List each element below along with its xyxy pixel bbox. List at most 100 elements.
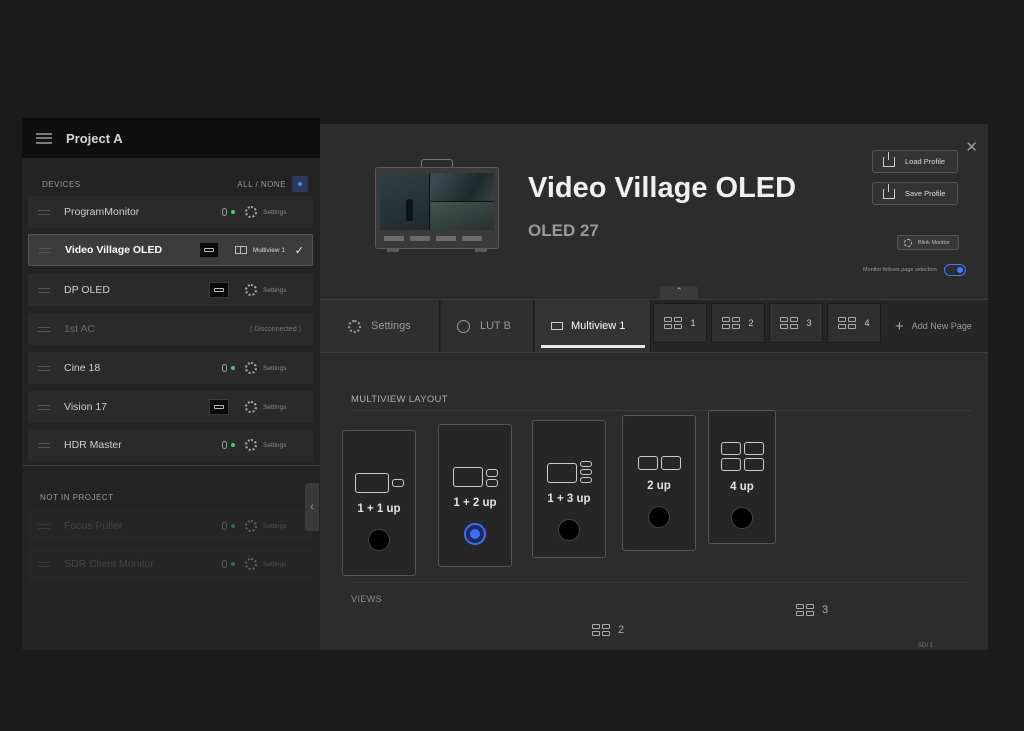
collapse-header-chevron-icon[interactable]: ⌃ bbox=[660, 286, 698, 299]
plus-icon: + bbox=[895, 317, 904, 335]
collapse-sidebar-chevron-icon[interactable]: ‹ bbox=[305, 483, 319, 531]
gear-icon[interactable] bbox=[245, 520, 257, 532]
layout-radio[interactable] bbox=[648, 506, 670, 528]
layout-option-1-plus-2[interactable]: 1 + 2 up bbox=[438, 424, 512, 567]
gear-icon[interactable] bbox=[245, 206, 257, 218]
layout-option-label: 1 + 1 up bbox=[357, 503, 401, 515]
drag-handle-icon[interactable] bbox=[38, 209, 50, 215]
monitor-image bbox=[375, 159, 499, 255]
multiview-icon bbox=[234, 246, 247, 254]
all-none-toggle[interactable]: ALL / NONE bbox=[237, 180, 286, 189]
hamburger-icon[interactable] bbox=[36, 132, 52, 144]
device-detail-panel: ✕ Video Village OLED OLED 27 Load Profil… bbox=[320, 124, 988, 650]
blink-icon bbox=[904, 238, 912, 247]
page-tab-1[interactable]: 1 bbox=[653, 303, 707, 343]
page-layout-icon bbox=[780, 317, 799, 329]
close-icon[interactable]: ✕ bbox=[965, 138, 978, 156]
signal-indicator-icon bbox=[222, 364, 235, 372]
device-row-1st-ac[interactable]: 1st AC ( Disconnected ) bbox=[28, 313, 313, 345]
blink-monitor-button[interactable]: Blink Monitor bbox=[897, 235, 959, 250]
drag-handle-icon[interactable] bbox=[38, 561, 50, 567]
layout-option-2-up[interactable]: 2 up bbox=[622, 415, 696, 551]
device-action[interactable]: Settings bbox=[263, 561, 313, 568]
not-in-project-label: NOT IN PROJECT bbox=[40, 493, 114, 502]
tab-settings[interactable]: Settings bbox=[320, 300, 440, 352]
section-divider bbox=[22, 465, 320, 466]
tab-lut-label: LUT B bbox=[480, 320, 511, 332]
drag-handle-icon[interactable] bbox=[38, 365, 50, 371]
page-tab-2[interactable]: 2 bbox=[711, 303, 765, 343]
device-action[interactable]: Settings bbox=[263, 404, 313, 411]
check-icon: ✓ bbox=[294, 244, 304, 257]
save-profile-button[interactable]: Save Profile bbox=[872, 182, 958, 205]
device-name: DP OLED bbox=[64, 284, 110, 296]
view-indicator-2[interactable]: 2 bbox=[592, 624, 624, 636]
device-row-dp-oled[interactable]: DP OLED Settings bbox=[28, 274, 313, 306]
layout-option-1-plus-1[interactable]: 1 + 1 up bbox=[342, 430, 416, 576]
device-action[interactable]: Settings bbox=[263, 287, 313, 294]
device-action[interactable]: Settings bbox=[263, 209, 313, 216]
device-row-video-village-oled[interactable]: Video Village OLED Multiview 1 ✓ bbox=[28, 234, 313, 266]
device-sidebar: Project A DEVICES ALL / NONE ProgramMoni… bbox=[22, 118, 320, 650]
blink-monitor-label: Blink Monitor bbox=[918, 239, 950, 246]
device-row-hdr-master[interactable]: HDR Master Settings bbox=[28, 429, 313, 461]
device-name: 1st AC bbox=[64, 323, 95, 335]
follow-page-toggle[interactable] bbox=[944, 264, 966, 276]
layout-option-4-up[interactable]: 4 up bbox=[708, 410, 776, 544]
view-indicator-3[interactable]: 3 bbox=[796, 604, 828, 616]
layout-radio[interactable] bbox=[731, 507, 753, 529]
color-wheel-icon bbox=[457, 319, 470, 333]
view-layout-icon bbox=[796, 604, 814, 616]
gear-icon[interactable] bbox=[245, 558, 257, 570]
device-row-cine-18[interactable]: Cine 18 Settings bbox=[28, 352, 313, 384]
layout-option-1-plus-3[interactable]: 1 + 3 up bbox=[532, 420, 606, 558]
drag-handle-icon[interactable] bbox=[39, 247, 51, 253]
layout-option-label: 1 + 3 up bbox=[547, 493, 591, 505]
tab-lut[interactable]: LUT B bbox=[441, 300, 534, 352]
devices-label: DEVICES bbox=[42, 179, 81, 189]
drag-handle-icon[interactable] bbox=[38, 404, 50, 410]
page-layout-icon bbox=[838, 317, 857, 329]
add-new-page-button[interactable]: + Add New Page bbox=[895, 300, 972, 352]
device-name: Focus Puller bbox=[64, 520, 123, 532]
hdmi-icon bbox=[209, 399, 229, 415]
device-row-sdr-client-monitor[interactable]: SDR Client Monitor Settings bbox=[28, 548, 313, 580]
gear-icon[interactable] bbox=[245, 284, 257, 296]
tab-multiview-label: Multiview 1 bbox=[571, 320, 626, 332]
device-name: ProgramMonitor bbox=[64, 206, 140, 218]
layout-option-label: 2 up bbox=[647, 480, 671, 492]
load-profile-button[interactable]: Load Profile bbox=[872, 150, 958, 173]
device-row-programmonitor[interactable]: ProgramMonitor Settings bbox=[28, 196, 313, 228]
view-layout-icon bbox=[592, 624, 610, 636]
drag-handle-icon[interactable] bbox=[38, 523, 50, 529]
device-row-vision-17[interactable]: Vision 17 Settings bbox=[28, 391, 313, 423]
follow-page-label: Monitor follows page selection bbox=[863, 267, 937, 273]
hdmi-icon bbox=[198, 242, 219, 258]
device-action[interactable]: Settings bbox=[263, 442, 313, 449]
view-number: 3 bbox=[822, 604, 829, 616]
layout-radio-selected[interactable] bbox=[464, 523, 486, 545]
signal-indicator-icon bbox=[222, 560, 235, 568]
device-name: Video Village OLED bbox=[65, 244, 163, 256]
select-all-checkbox[interactable] bbox=[292, 176, 308, 192]
layout-radio[interactable] bbox=[368, 529, 390, 551]
device-row-focus-puller[interactable]: Focus Puller Settings bbox=[28, 510, 313, 542]
layout-radio[interactable] bbox=[558, 519, 580, 541]
page-tab-3[interactable]: 3 bbox=[769, 303, 823, 343]
drag-handle-icon[interactable] bbox=[38, 287, 50, 293]
active-tab-underline bbox=[541, 345, 645, 348]
disconnected-status: ( Disconnected ) bbox=[250, 325, 301, 333]
device-action[interactable]: Settings bbox=[263, 365, 313, 372]
gear-icon[interactable] bbox=[245, 362, 257, 374]
page-layout-icon bbox=[664, 317, 683, 329]
layout-option-label: 4 up bbox=[730, 481, 754, 493]
tab-multiview[interactable]: Multiview 1 bbox=[535, 300, 651, 352]
gear-icon[interactable] bbox=[245, 439, 257, 451]
gear-icon[interactable] bbox=[245, 401, 257, 413]
signal-indicator-icon bbox=[222, 208, 235, 216]
drag-handle-icon[interactable] bbox=[38, 326, 50, 332]
drag-handle-icon[interactable] bbox=[38, 442, 50, 448]
layout-1-plus-3-icon bbox=[546, 421, 592, 483]
page-tab-4[interactable]: 4 bbox=[827, 303, 881, 343]
device-action[interactable]: Multiview 1 bbox=[253, 247, 295, 254]
